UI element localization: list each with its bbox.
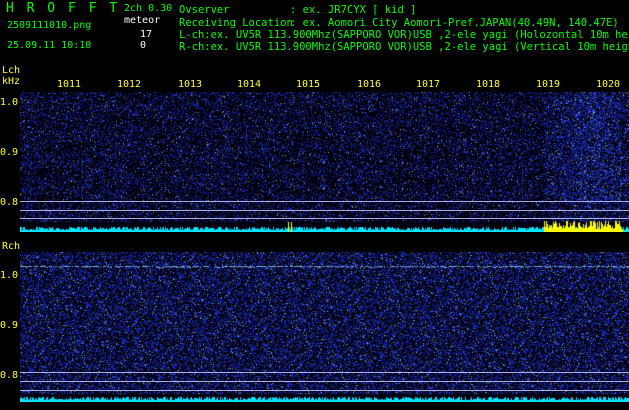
observer-value: : ex. JR7CYX [ kid ] — [290, 4, 417, 16]
lch-marker-line — [20, 210, 629, 211]
rch-marker-line — [20, 372, 629, 373]
rch-marker-line — [20, 390, 629, 391]
lch-description: L-ch:ex. UV5R 113.900Mhz(SAPPORO VOR)USB… — [179, 29, 629, 41]
app-title: H R O F F T — [6, 1, 118, 16]
lch-marker-line — [20, 218, 629, 219]
rch-description: R-ch:ex. UV5R 113.900Mhz(SAPPORO VOR)USB… — [179, 41, 629, 53]
lch-unit-label: kHz — [2, 76, 21, 87]
rch-channel-label: Rch — [2, 241, 21, 252]
time-tick: 1014 — [237, 79, 262, 90]
mode-label: meteor — [124, 15, 161, 26]
rch-count: 0 — [140, 40, 147, 51]
time-tick: 1016 — [357, 79, 382, 90]
time-tick: 1020 — [596, 79, 621, 90]
observer-label: Ovserver — [179, 4, 230, 16]
lch-ytick: 1.0 — [0, 97, 19, 108]
rch-ytick: 1.0 — [0, 270, 19, 281]
lch-marker-line — [20, 201, 629, 202]
rch-spectrogram — [20, 252, 629, 402]
datetime-label: 25.09.11 10:10 — [7, 40, 92, 51]
lch-channel-label: Lch — [2, 65, 21, 76]
filename-label: 2509111010.png — [7, 20, 92, 31]
rch-ytick: 0.9 — [0, 320, 19, 331]
location-label: Receiving Location — [179, 17, 293, 29]
time-tick: 1011 — [57, 79, 82, 90]
time-tick: 1012 — [117, 79, 142, 90]
version-label: 2ch 0.30 — [124, 3, 173, 14]
time-tick: 1017 — [416, 79, 441, 90]
lch-ytick: 0.9 — [0, 147, 19, 158]
location-value: : ex. Aomori City Aomori-Pref.JAPAN(40.4… — [290, 17, 619, 29]
time-tick: 1018 — [476, 79, 501, 90]
time-tick: 1013 — [178, 79, 203, 90]
lch-ytick: 0.8 — [0, 197, 19, 208]
lch-spectrogram — [20, 92, 629, 232]
lch-count: 17 — [140, 29, 153, 40]
time-tick: 1015 — [296, 79, 321, 90]
time-tick: 1019 — [536, 79, 561, 90]
rch-marker-line — [20, 381, 629, 382]
rch-ytick: 0.8 — [0, 370, 19, 381]
